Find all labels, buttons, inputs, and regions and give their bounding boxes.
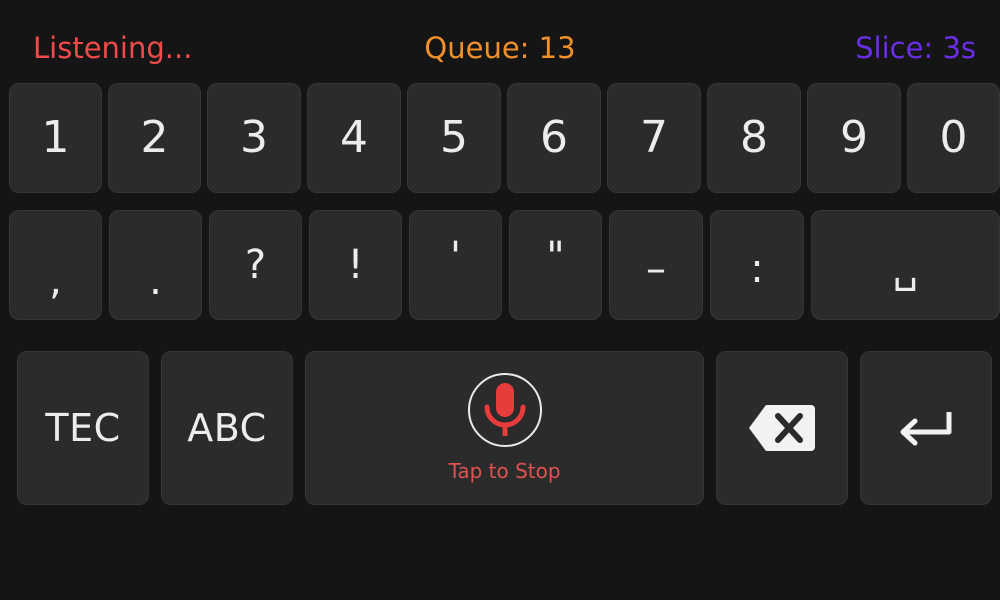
key-apostrophe[interactable]: ': [409, 210, 502, 320]
key-label: !: [347, 242, 364, 288]
slice-status: Slice: 3s: [855, 31, 976, 65]
tec-label: TEC: [45, 406, 121, 450]
key-label: 6: [540, 112, 568, 163]
key-comma[interactable]: ,: [9, 210, 102, 320]
queue-status: Queue: 13: [424, 31, 576, 65]
microphone-icon-svg: [484, 383, 525, 436]
key-label: 4: [340, 112, 368, 163]
key-digit-9[interactable]: 9: [807, 83, 901, 193]
key-digit-0[interactable]: 0: [907, 83, 1000, 193]
key-label: 0: [939, 112, 968, 163]
key-label: ': [450, 234, 461, 280]
key-exclamation-mark[interactable]: !: [309, 210, 402, 320]
key-question-mark[interactable]: ?: [209, 210, 302, 320]
key-dash[interactable]: –: [609, 210, 703, 320]
abc-label: ABC: [187, 406, 267, 450]
backspace-button[interactable]: [716, 351, 848, 505]
enter-return-icon: [900, 412, 952, 446]
key-digit-3[interactable]: 3: [207, 83, 301, 193]
key-period[interactable]: .: [109, 210, 202, 320]
key-space[interactable]: ␣: [811, 210, 1000, 320]
key-label: 8: [740, 112, 768, 163]
key-digit-8[interactable]: 8: [707, 83, 801, 193]
backspace-icon: [749, 405, 815, 451]
key-label: ?: [244, 242, 267, 288]
enter-button[interactable]: [860, 351, 992, 505]
key-label: .: [149, 258, 162, 304]
voice-input-button[interactable]: Tap to Stop: [305, 351, 704, 505]
key-digit-7[interactable]: 7: [607, 83, 701, 193]
key-label: :: [750, 246, 764, 292]
abc-mode-button[interactable]: ABC: [161, 351, 293, 505]
key-label: 7: [640, 112, 668, 163]
key-digit-5[interactable]: 5: [407, 83, 501, 193]
voice-keyboard: Listening... Queue: 13 Slice: 3s 1 2 3 4…: [0, 0, 1000, 600]
key-label: ": [546, 234, 565, 280]
key-label: 9: [840, 112, 868, 163]
key-label: –: [646, 246, 666, 292]
key-label: 5: [440, 112, 468, 163]
key-label: 1: [41, 112, 70, 163]
key-label: 2: [140, 112, 169, 163]
key-label: ,: [49, 258, 62, 304]
microphone-icon: [467, 373, 542, 447]
tec-mode-button[interactable]: TEC: [17, 351, 149, 505]
key-label: ␣: [892, 246, 919, 292]
key-colon[interactable]: :: [710, 210, 804, 320]
tap-to-stop-label: Tap to Stop: [448, 459, 561, 483]
key-digit-4[interactable]: 4: [307, 83, 401, 193]
key-label: 3: [240, 112, 268, 163]
key-double-quote[interactable]: ": [509, 210, 602, 320]
key-digit-6[interactable]: 6: [507, 83, 601, 193]
key-digit-1[interactable]: 1: [9, 83, 102, 193]
key-digit-2[interactable]: 2: [108, 83, 201, 193]
